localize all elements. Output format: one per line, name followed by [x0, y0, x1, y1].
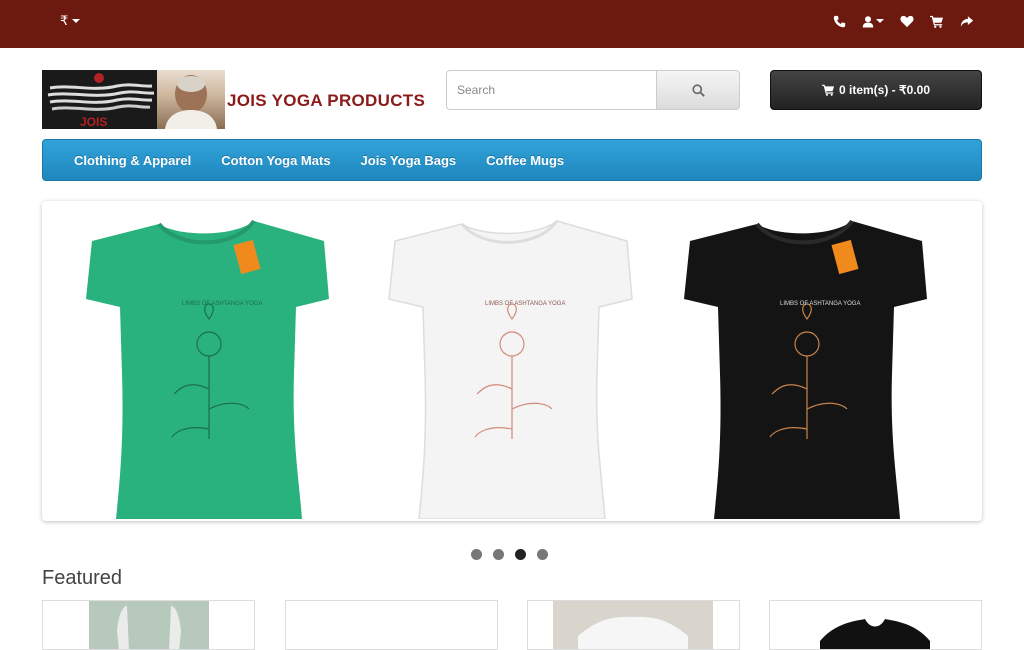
product-card[interactable] — [769, 600, 982, 650]
svg-text:LIMBS OF ASHTANGA YOGA: LIMBS OF ASHTANGA YOGA — [182, 301, 262, 307]
currency-dropdown[interactable]: ₹ — [60, 13, 81, 29]
brand-title[interactable]: JOIS YOGA PRODUCTS — [227, 91, 425, 111]
banner-slide[interactable]: LIMBS OF ASHTANGA YOGA LIMBS OF ASHTANGA… — [42, 201, 982, 521]
product-thumbnail — [800, 601, 950, 649]
menu-item-coffee-mugs[interactable]: Coffee Mugs — [471, 153, 579, 168]
site-logo[interactable]: JOIS — [42, 70, 225, 129]
product-thumbnail — [89, 601, 209, 649]
black-tshirt-image: LIMBS OF ASHTANGA YOGA — [682, 209, 932, 519]
cart-summary: 0 item(s) - ₹0.00 — [838, 83, 930, 97]
cart-button[interactable]: 0 item(s) - ₹0.00 — [770, 70, 982, 110]
logo-text: JOIS — [80, 115, 107, 129]
featured-products — [42, 600, 982, 650]
jois-logo-image: JOIS — [42, 70, 157, 129]
carousel-dot-2[interactable] — [493, 549, 504, 560]
product-card[interactable] — [527, 600, 740, 650]
carousel-dot-3[interactable] — [515, 549, 526, 560]
menu-item-yoga-mats[interactable]: Cotton Yoga Mats — [206, 153, 345, 168]
product-card[interactable] — [285, 600, 498, 650]
menu-item-yoga-bags[interactable]: Jois Yoga Bags — [346, 153, 472, 168]
search-bar — [446, 70, 740, 110]
search-input[interactable] — [446, 70, 656, 110]
founder-photo — [157, 70, 225, 129]
currency-symbol: ₹ — [60, 13, 69, 28]
share-icon[interactable] — [960, 14, 974, 28]
heart-icon[interactable] — [900, 14, 914, 28]
carousel-dot-4[interactable] — [537, 549, 548, 560]
product-thumbnail — [553, 601, 713, 649]
carousel-pagination — [471, 549, 548, 560]
featured-heading: Featured — [42, 567, 123, 589]
search-button[interactable] — [656, 70, 740, 110]
top-bar: ₹ — [0, 0, 1024, 48]
svg-text:LIMBS OF ASHTANGA YOGA: LIMBS OF ASHTANGA YOGA — [780, 301, 860, 307]
main-menu: Clothing & Apparel Cotton Yoga Mats Jois… — [42, 139, 982, 181]
green-tshirt-image: LIMBS OF ASHTANGA YOGA — [84, 209, 334, 519]
user-menu[interactable] — [862, 14, 884, 28]
cart-icon[interactable] — [930, 14, 944, 28]
carousel-dot-1[interactable] — [471, 549, 482, 560]
chevron-down-icon — [72, 19, 81, 23]
menu-item-clothing[interactable]: Clothing & Apparel — [59, 153, 206, 168]
cart-icon — [822, 84, 835, 96]
user-icon — [862, 15, 874, 27]
phone-icon[interactable] — [832, 14, 846, 28]
white-tshirt-image: LIMBS OF ASHTANGA YOGA — [387, 209, 637, 520]
svg-text:LIMBS OF ASHTANGA YOGA: LIMBS OF ASHTANGA YOGA — [485, 301, 565, 307]
chevron-down-icon — [876, 19, 884, 23]
product-card[interactable] — [42, 600, 255, 650]
search-icon — [691, 83, 705, 97]
